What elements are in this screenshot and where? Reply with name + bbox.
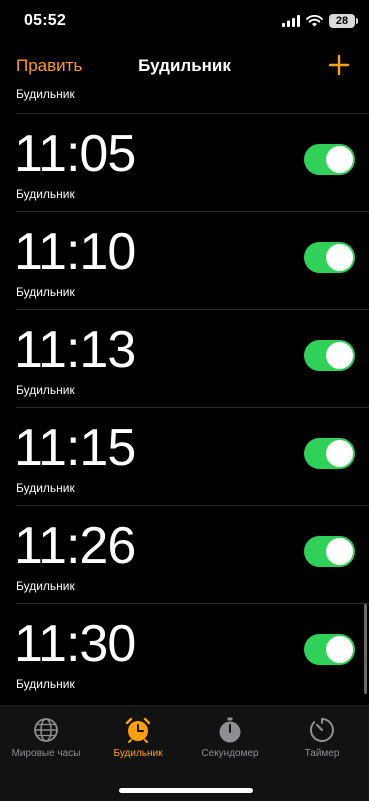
alarm-toggle[interactable] xyxy=(304,242,355,273)
alarm-row[interactable]: 11:10 Будильник xyxy=(0,212,369,310)
alarm-label: Будильник xyxy=(16,285,75,299)
tab-stopwatch[interactable]: Секундомер xyxy=(184,716,276,759)
globe-icon xyxy=(34,718,58,742)
toggle-knob xyxy=(326,440,353,467)
status-time: 05:52 xyxy=(24,12,66,29)
alarm-list[interactable]: Будильник 11:05 Будильник 11:10 Будильни… xyxy=(0,84,369,700)
battery-icon: 28 xyxy=(329,14,358,28)
tab-label: Мировые часы xyxy=(11,748,81,759)
tab-alarm[interactable]: Будильник xyxy=(92,716,184,759)
plus-icon[interactable] xyxy=(321,47,357,83)
timer-icon xyxy=(309,718,334,742)
alarm-toggle[interactable] xyxy=(304,340,355,371)
alarm-label: Будильник xyxy=(16,481,75,495)
alarm-time: 11:15 xyxy=(14,419,136,477)
tab-label: Таймер xyxy=(304,748,340,759)
alarm-label: Будильник xyxy=(16,87,75,101)
toggle-knob xyxy=(326,342,353,369)
tab-label: Секундомер xyxy=(201,748,259,759)
alarm-toggle[interactable] xyxy=(304,634,355,665)
status-bar: 05:52 28 xyxy=(0,0,369,44)
home-indicator[interactable] xyxy=(119,788,253,793)
alarm-row[interactable]: 11:05 Будильник xyxy=(0,114,369,212)
tab-world-clock[interactable]: Мировые часы xyxy=(0,716,92,759)
alarm-toggle[interactable] xyxy=(304,536,355,567)
alarm-time: 11:05 xyxy=(14,125,136,183)
alarm-label: Будильник xyxy=(16,677,75,691)
toggle-knob xyxy=(326,636,353,663)
alarm-label: Будильник xyxy=(16,187,75,201)
alarm-time: 11:10 xyxy=(14,223,136,281)
tab-bar: Мировые часы Будильник Секундомер Таймер xyxy=(0,705,369,801)
alarm-label: Будильник xyxy=(16,579,75,593)
stopwatch-icon xyxy=(219,717,241,743)
signal-icon xyxy=(282,15,300,27)
alarm-row[interactable]: 11:13 Будильник xyxy=(0,310,369,408)
wifi-icon xyxy=(306,15,323,27)
alarm-row[interactable]: 11:26 Будильник xyxy=(0,506,369,604)
alarm-time: 11:26 xyxy=(14,517,136,575)
alarm-toggle[interactable] xyxy=(304,144,355,175)
alarm-time: 11:13 xyxy=(14,321,136,379)
alarm-time: 11:30 xyxy=(14,615,136,673)
scroll-indicator[interactable] xyxy=(364,604,367,694)
alarm-row[interactable]: 11:30 Будильник xyxy=(0,604,369,700)
tab-label: Будильник xyxy=(113,748,163,759)
alarm-toggle[interactable] xyxy=(304,438,355,469)
tab-timer[interactable]: Таймер xyxy=(276,716,368,759)
toggle-knob xyxy=(326,538,353,565)
page-title: Будильник xyxy=(138,56,231,75)
toggle-knob xyxy=(326,244,353,271)
alarm-clock-icon xyxy=(125,717,151,743)
alarm-row[interactable]: 11:15 Будильник xyxy=(0,408,369,506)
toggle-knob xyxy=(326,146,353,173)
alarm-label: Будильник xyxy=(16,383,75,397)
status-icons: 28 xyxy=(282,14,358,28)
